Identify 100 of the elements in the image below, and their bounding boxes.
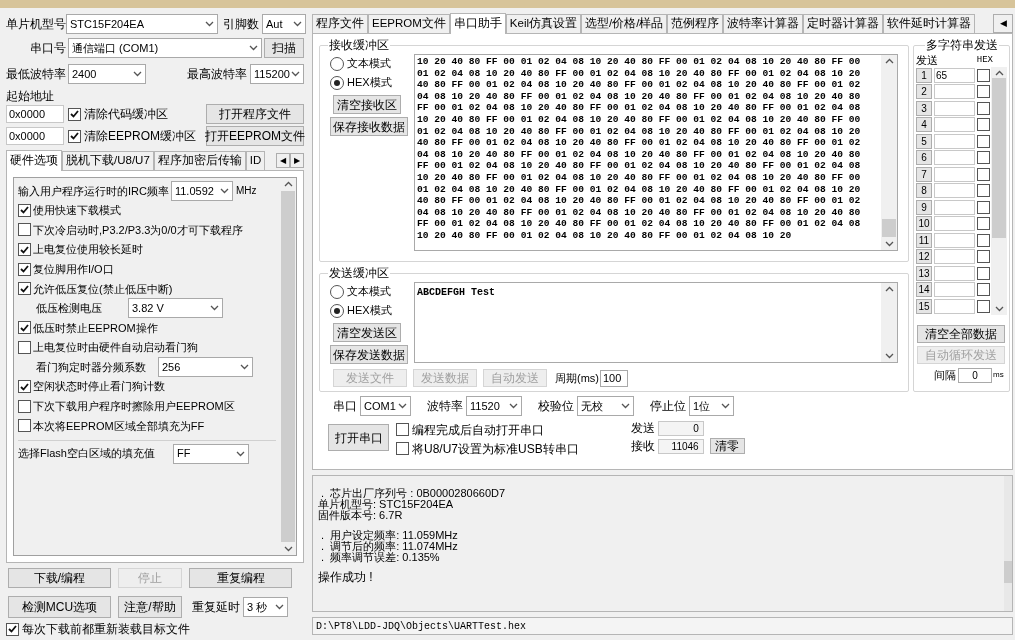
checkbox[interactable] <box>68 107 81 121</box>
tab[interactable]: EEPROM文件 <box>368 14 450 33</box>
string-field[interactable] <box>934 84 975 100</box>
hex-checkbox[interactable] <box>977 217 990 231</box>
dropdown[interactable]: 3 秒 <box>243 597 288 617</box>
send-number-button[interactable]: 12 <box>916 249 932 265</box>
checkbox[interactable] <box>68 129 81 143</box>
hex-checkbox[interactable] <box>977 200 990 214</box>
send-number-button[interactable]: 11 <box>916 232 932 248</box>
string-field[interactable] <box>934 117 975 133</box>
dropdown[interactable]: 115200 <box>250 64 304 84</box>
scrollbar[interactable] <box>881 283 897 362</box>
checkbox[interactable] <box>18 399 31 413</box>
counter-field[interactable]: 11046 <box>657 438 704 454</box>
dropdown[interactable]: 11520 <box>466 396 522 416</box>
dropdown[interactable]: 11.0592 <box>170 180 233 201</box>
buffer-button[interactable]: 清空发送区 <box>333 323 401 342</box>
hex-checkbox[interactable] <box>977 233 990 247</box>
tab[interactable]: 选型/价格/样品 <box>581 14 668 33</box>
action-button[interactable]: 注意/帮助 <box>118 596 182 618</box>
radio-button[interactable] <box>330 56 344 71</box>
string-field[interactable] <box>934 166 975 182</box>
send-number-button[interactable]: 8 <box>916 183 932 199</box>
tab[interactable]: 定时器计算器 <box>803 14 884 33</box>
tab[interactable]: 程序加密后传输 <box>153 151 246 170</box>
checkbox[interactable] <box>396 442 409 455</box>
hex-checkbox[interactable] <box>977 299 990 313</box>
hex-checkbox[interactable] <box>977 167 990 181</box>
tab[interactable]: 脱机下载/U8/U7 <box>62 151 154 170</box>
checkbox[interactable] <box>18 341 31 355</box>
hex-checkbox[interactable] <box>977 266 990 280</box>
string-field[interactable] <box>934 265 975 281</box>
dropdown[interactable]: 通信端口 (COM1) <box>68 38 262 58</box>
dropdown[interactable]: 无校 <box>577 396 634 416</box>
send-number-button[interactable]: 3 <box>916 100 932 116</box>
dropdown[interactable]: FF <box>172 443 249 464</box>
clear-all-button[interactable]: 清空全部数据 <box>917 325 1005 343</box>
counter-field[interactable]: 0 <box>657 420 704 436</box>
string-field[interactable] <box>934 199 975 215</box>
open-file-button[interactable]: 打开程序文件 <box>206 104 304 124</box>
string-field[interactable] <box>934 298 975 314</box>
radio-button[interactable] <box>330 284 344 299</box>
string-field[interactable] <box>934 249 975 265</box>
hex-checkbox[interactable] <box>977 101 990 115</box>
scrollbar[interactable] <box>881 55 897 250</box>
string-field[interactable] <box>934 150 975 166</box>
send-number-button[interactable]: 4 <box>916 117 932 133</box>
address-field[interactable]: 0x0000 <box>6 127 64 145</box>
checkbox[interactable] <box>396 423 409 436</box>
dropdown[interactable]: 3.82 V <box>128 298 223 319</box>
dropdown[interactable]: COM1 <box>360 396 411 416</box>
send-number-button[interactable]: 6 <box>916 150 932 166</box>
string-field[interactable] <box>934 100 975 116</box>
buffer-button[interactable]: 保存发送数据 <box>330 345 408 364</box>
send-number-button[interactable]: 15 <box>916 298 932 314</box>
interval-field[interactable]: 0 <box>958 367 992 383</box>
scrollbar-thumb[interactable] <box>281 191 295 542</box>
scan-button[interactable]: 扫描 <box>264 38 304 58</box>
action-button[interactable]: 检测MCU选项 <box>8 596 111 618</box>
tab[interactable]: 串口助手 <box>449 13 506 34</box>
checkbox[interactable] <box>18 243 31 257</box>
string-field[interactable] <box>934 183 975 199</box>
string-field[interactable] <box>934 216 975 232</box>
buffer-button[interactable]: 保存接收数据 <box>330 117 408 136</box>
string-field[interactable] <box>934 232 975 248</box>
send-number-button[interactable]: 14 <box>916 282 932 298</box>
dropdown[interactable]: Aut <box>262 14 306 34</box>
scrollbar-thumb[interactable] <box>1004 561 1012 583</box>
hex-checkbox[interactable] <box>977 184 990 198</box>
string-field[interactable]: 65 <box>934 67 975 83</box>
send-text-area[interactable]: ABCDEFGH Test <box>414 282 898 363</box>
period-field[interactable]: 100 <box>600 369 628 387</box>
tab[interactable]: 波特率计算器 <box>723 14 804 33</box>
dropdown[interactable]: 256 <box>158 357 253 378</box>
checkbox[interactable] <box>18 203 31 217</box>
send-number-button[interactable]: 5 <box>916 133 932 149</box>
tab[interactable]: 软件延时计算器 <box>883 14 976 33</box>
hex-checkbox[interactable] <box>977 118 990 132</box>
send-number-button[interactable]: 7 <box>916 166 932 182</box>
hex-checkbox[interactable] <box>977 250 990 264</box>
scrollbar-thumb[interactable] <box>992 78 1006 238</box>
dropdown[interactable]: STC15F204EA <box>66 14 218 34</box>
checkbox[interactable] <box>18 321 31 335</box>
send-number-button[interactable]: 9 <box>916 199 932 215</box>
checkbox[interactable] <box>18 223 31 237</box>
tab[interactable]: 程序文件 <box>312 14 368 33</box>
scrollbar[interactable] <box>991 67 1007 315</box>
open-file-button[interactable]: 打开EEPROM文件 <box>206 126 304 146</box>
checkbox[interactable] <box>18 262 31 276</box>
checkbox[interactable] <box>6 622 19 636</box>
hex-checkbox[interactable] <box>977 85 990 99</box>
tab-scroll-button[interactable]: ◀ <box>993 14 1013 33</box>
scrollbar-thumb[interactable] <box>882 219 896 237</box>
hex-checkbox[interactable] <box>977 134 990 148</box>
checkbox[interactable] <box>18 419 31 433</box>
scrollbar[interactable] <box>1004 476 1012 611</box>
buffer-button[interactable]: 清空接收区 <box>333 95 401 114</box>
send-number-button[interactable]: 13 <box>916 265 932 281</box>
action-button[interactable]: 下载/编程 <box>8 568 111 588</box>
tab[interactable]: Keil仿真设置 <box>505 14 582 33</box>
